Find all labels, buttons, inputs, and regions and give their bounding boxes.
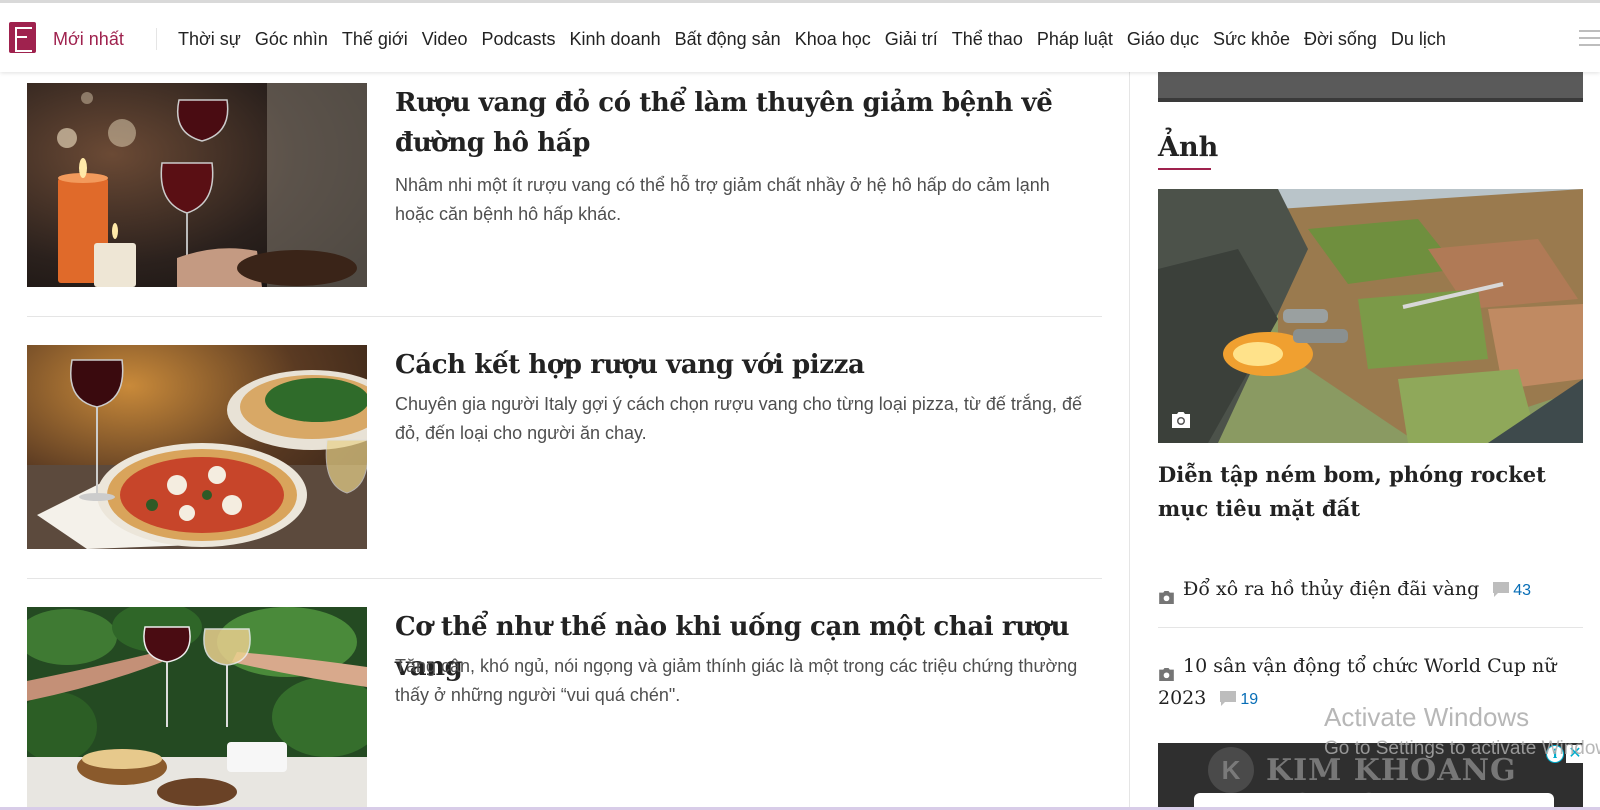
nav-divider: [156, 28, 157, 50]
comment-icon: [1220, 691, 1237, 707]
article-divider: [27, 316, 1102, 317]
nav-item-doi-song[interactable]: Đời sống: [1304, 29, 1377, 50]
section-title[interactable]: Ảnh: [1158, 132, 1218, 163]
nav-item-giao-duc[interactable]: Giáo dục: [1127, 29, 1199, 50]
article-thumbnail[interactable]: [27, 83, 367, 287]
camera-icon: [1158, 659, 1175, 681]
sidebar-divider: [1158, 627, 1583, 628]
article-thumbnail[interactable]: [27, 345, 367, 549]
nav-item-phap-luat[interactable]: Pháp luật: [1037, 29, 1113, 50]
nav-item-khoa-hoc[interactable]: Khoa học: [795, 29, 871, 50]
menu-icon[interactable]: [1579, 30, 1600, 48]
featured-photo-title[interactable]: Diễn tập ném bom, phóng rocket mục tiêu …: [1158, 458, 1583, 526]
article-description[interactable]: Tăng cân, khó ngủ, nói ngọng và giảm thí…: [395, 652, 1085, 710]
nav-item-thoi-su[interactable]: Thời sự: [178, 29, 241, 50]
nav-item-du-lich[interactable]: Du lịch: [1391, 29, 1446, 50]
comment-count-value: 19: [1240, 691, 1259, 708]
vnexpress-logo-icon[interactable]: [9, 22, 36, 53]
nav-item-suc-khoe[interactable]: Sức khỏe: [1213, 29, 1290, 50]
nav-item-kinh-doanh[interactable]: Kinh doanh: [570, 29, 661, 50]
windows-activation-subtitle: Go to Settings to activate Windows.: [1324, 738, 1600, 759]
nav-item-the-thao[interactable]: Thể thao: [952, 29, 1023, 50]
featured-photo[interactable]: [1158, 189, 1583, 443]
nav-latest[interactable]: Mới nhất: [53, 29, 124, 50]
category-menu: Thời sự Góc nhìn Thế giới Video Podcasts…: [178, 29, 1460, 50]
camera-icon: [1158, 582, 1175, 604]
comment-count-value: 43: [1513, 582, 1532, 599]
sidebar-photo-item[interactable]: Đổ xô ra hồ thủy điện đãi vàng 43: [1158, 573, 1583, 607]
windows-activation-title: Activate Windows: [1324, 702, 1530, 732]
comment-count[interactable]: 19: [1220, 684, 1258, 716]
nav-item-the-gioi[interactable]: Thế giới: [342, 29, 408, 50]
nav-item-video[interactable]: Video: [422, 29, 468, 50]
comment-icon: [1493, 582, 1510, 598]
nav-item-bat-dong-san[interactable]: Bất động sản: [675, 29, 781, 50]
article-divider: [27, 578, 1102, 579]
nav-item-goc-nhin[interactable]: Góc nhìn: [255, 29, 328, 50]
nav-item-podcasts[interactable]: Podcasts: [481, 29, 555, 50]
ad-brand-logo: K: [1208, 747, 1254, 793]
sidebar-top-image[interactable]: [1158, 72, 1583, 102]
top-navigation: Mới nhất Thời sự Góc nhìn Thế giới Video…: [0, 0, 1600, 72]
sidebar-item-title[interactable]: Đổ xô ra hồ thủy điện đãi vàng: [1183, 578, 1479, 600]
article-description[interactable]: Nhâm nhi một ít rượu vang có thể hỗ trợ …: [395, 171, 1085, 229]
nav-item-giai-tri[interactable]: Giải trí: [885, 29, 938, 50]
article-thumbnail[interactable]: [27, 607, 367, 810]
article-description[interactable]: Chuyên gia người Italy gợi ý cách chọn r…: [395, 390, 1085, 448]
section-title-underline: [1158, 168, 1211, 170]
sidebar-item-title[interactable]: 10 sân vận động tổ chức World Cup nữ 202…: [1158, 655, 1557, 709]
camera-icon: [1166, 405, 1196, 435]
comment-count[interactable]: 43: [1493, 575, 1531, 607]
article-title[interactable]: Cách kết hợp rượu vang với pizza: [395, 345, 1075, 385]
article-title[interactable]: Rượu vang đỏ có thể làm thuyên giảm bệnh…: [395, 83, 1075, 163]
column-divider: [1129, 72, 1130, 810]
